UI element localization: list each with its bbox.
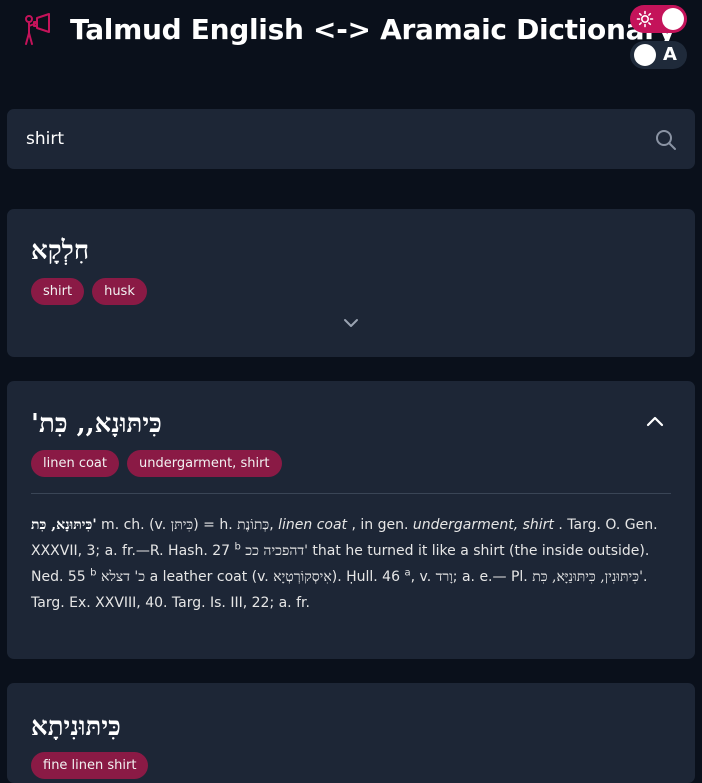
result-card[interactable]: חִלְקָא shirt husk	[7, 209, 695, 357]
result-card[interactable]: כִּיתּוּנִיתָא fine linen shirt	[7, 683, 695, 783]
hebrew-term: דהפכיה ככ'	[245, 543, 308, 559]
hebrew-term: כִּיתּן	[170, 517, 194, 533]
chevron-up-icon[interactable]	[645, 414, 665, 428]
entry-word: כִּיתּוּנָא,, כִּת'	[31, 409, 162, 439]
definition-italic: undergarment, shirt	[412, 517, 554, 533]
hebrew-term: כ' דצלא	[100, 569, 146, 585]
tag[interactable]: linen coat	[31, 450, 119, 477]
megaphone-person-icon[interactable]	[18, 12, 54, 48]
definition-text: כִּיתּוּנָא, כִּת' m. ch. (v. כִּיתּן) =…	[31, 512, 671, 616]
sun-icon	[636, 10, 654, 28]
tag[interactable]: undergarment, shirt	[127, 450, 282, 477]
toggle-knob	[634, 44, 656, 66]
search-input[interactable]	[7, 109, 637, 169]
theme-toggle[interactable]	[630, 5, 687, 33]
definition-segment: a leather coat (v.	[145, 569, 274, 585]
definition-segment: , v.	[410, 569, 436, 585]
tag-list: shirt husk	[31, 278, 147, 305]
app-title: Talmud English <-> Aramaic Dictionary	[70, 13, 676, 46]
folio-side: b	[90, 567, 97, 579]
folio-side: b	[234, 541, 241, 553]
chevron-down-icon[interactable]	[342, 317, 360, 329]
definition-segment: m. ch. (v.	[96, 517, 171, 533]
app-header: Talmud English <-> Aramaic Dictionary A	[0, 0, 702, 90]
font-toggle[interactable]: A	[630, 41, 687, 69]
divider	[31, 493, 671, 494]
hebrew-term: כִּיתּוּנִין, כִּיתּוּנַיָּא, כִּת'	[532, 569, 643, 585]
hebrew-term: כְּתוֹנֶת	[237, 517, 270, 533]
result-card-expanded[interactable]: כִּיתּוּנָא,, כִּת' linen coat undergarm…	[7, 381, 695, 659]
font-toggle-label: A	[663, 44, 677, 65]
search-bar	[7, 109, 695, 169]
entry-word: חִלְקָא	[31, 236, 90, 266]
definition-headword: כִּיתּוּנָא, כִּת'	[31, 517, 97, 533]
definition-segment: ). Ḥull. 46	[331, 569, 405, 585]
definition-segment: ) = h.	[193, 517, 238, 533]
hebrew-term: וָרד	[435, 569, 453, 585]
hebrew-term: אִיסְקוֹרְטְיָא	[273, 569, 332, 585]
entry-word: כִּיתּוּנִיתָא	[31, 712, 121, 742]
tag-list: linen coat undergarment, shirt	[31, 450, 282, 477]
definition-segment: , in gen.	[347, 517, 413, 533]
tag[interactable]: fine linen shirt	[31, 752, 149, 779]
definition-segment: ; a. e.— Pl.	[452, 569, 533, 585]
tag[interactable]: shirt	[31, 278, 85, 305]
toggle-knob	[662, 8, 684, 30]
tag-list: fine linen shirt	[31, 752, 149, 779]
tag[interactable]: husk	[92, 278, 147, 305]
search-icon[interactable]	[654, 128, 678, 152]
definition-segment: ,	[269, 517, 279, 533]
definition-italic: linen coat	[278, 517, 348, 533]
